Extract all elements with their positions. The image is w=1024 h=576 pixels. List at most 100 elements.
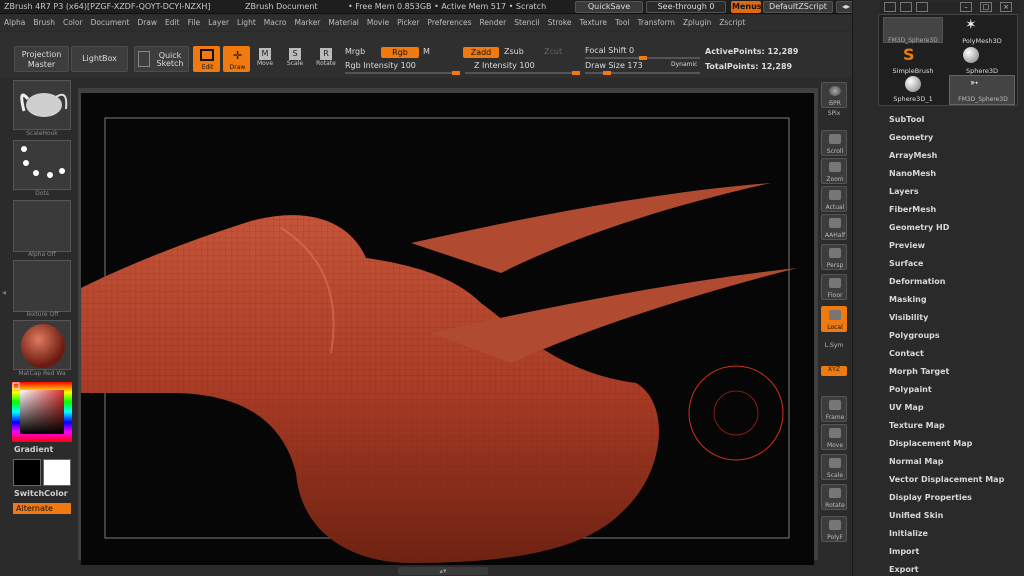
menu-picker[interactable]: Picker <box>397 18 419 27</box>
draw-button[interactable]: ✛ Draw <box>223 46 250 72</box>
projection-master-button[interactable]: Projection Master <box>14 46 69 72</box>
local-button[interactable]: Local <box>821 306 847 332</box>
left-collapse-arrow-icon[interactable]: ◂ <box>2 288 8 300</box>
menu-zscript[interactable]: Zscript <box>719 18 745 27</box>
tool-subpalette-surface[interactable]: Surface <box>889 259 923 268</box>
tool-subpalette-subtool[interactable]: SubTool <box>889 115 924 124</box>
aahalf-button[interactable]: AAHalf <box>821 214 847 240</box>
rgb-intensity-slider[interactable] <box>345 71 460 75</box>
switch-color-button[interactable]: SwitchColor <box>14 489 68 498</box>
menu-render[interactable]: Render <box>480 18 507 27</box>
menu-preferences[interactable]: Preferences <box>427 18 471 27</box>
default-zscript-button[interactable]: DefaultZScript <box>763 1 833 13</box>
frame-button[interactable]: Frame <box>821 396 847 422</box>
xyz-button[interactable]: XYZ <box>821 366 847 376</box>
secondary-color-swatch[interactable] <box>43 459 71 486</box>
see-through-slider[interactable]: See-through 0 <box>646 1 726 13</box>
edit-button[interactable]: Edit <box>193 46 220 72</box>
tool-thumb-active[interactable]: ➳ FM3D_Sphere3D <box>949 75 1015 105</box>
draw-size-slider[interactable] <box>585 71 700 75</box>
tool-subpalette-nanomesh[interactable]: NanoMesh <box>889 169 936 178</box>
scroll-button[interactable]: Scroll <box>821 130 847 156</box>
tool-subpalette-displacement-map[interactable]: Displacement Map <box>889 439 972 448</box>
z-intensity-knob[interactable] <box>572 71 580 75</box>
move-button[interactable]: M Move <box>254 48 276 72</box>
tool-subpalette-uv-map[interactable]: UV Map <box>889 403 924 412</box>
mrgb-toggle[interactable]: Mrgb <box>345 47 365 56</box>
actual-button[interactable]: Actual <box>821 186 847 212</box>
tool-subpalette-contact[interactable]: Contact <box>889 349 924 358</box>
menu-macro[interactable]: Macro <box>264 18 287 27</box>
stroke-thumbnail[interactable] <box>13 140 71 190</box>
material-thumbnail[interactable] <box>13 320 71 370</box>
tool-subpalette-visibility[interactable]: Visibility <box>889 313 928 322</box>
menu-alpha[interactable]: Alpha <box>4 18 25 27</box>
menu-stroke[interactable]: Stroke <box>548 18 572 27</box>
tool-subpalette-deformation[interactable]: Deformation <box>889 277 945 286</box>
tool-subpalette-display-properties[interactable]: Display Properties <box>889 493 972 502</box>
zadd-toggle[interactable]: Zadd <box>463 47 499 58</box>
tool-subpalette-polypaint[interactable]: Polypaint <box>889 385 932 394</box>
menu-layer[interactable]: Layer <box>208 18 229 27</box>
menu-tool[interactable]: Tool <box>615 18 630 27</box>
palette-icon[interactable] <box>916 2 928 12</box>
menu-zplugin[interactable]: Zplugin <box>683 18 711 27</box>
rgb-intensity-knob[interactable] <box>452 71 460 75</box>
move-button[interactable]: Move <box>821 424 847 450</box>
menu-texture[interactable]: Texture <box>580 18 607 27</box>
simplebrush-icon[interactable]: S <box>903 45 915 64</box>
lsym-button[interactable]: L.Sym <box>821 342 847 352</box>
spix-button[interactable]: SPix <box>821 110 847 120</box>
draw-size-knob[interactable] <box>603 71 611 75</box>
restore-icon[interactable]: □ <box>980 2 992 12</box>
tool-subpalette-geometry[interactable]: Geometry <box>889 133 933 142</box>
zsub-toggle[interactable]: Zsub <box>504 47 524 56</box>
gradient-label[interactable]: Gradient <box>14 445 53 454</box>
mesh-object[interactable] <box>81 183 797 563</box>
palette-icon[interactable] <box>900 2 912 12</box>
floor-button[interactable]: Floor <box>821 274 847 300</box>
zoom-button[interactable]: Zoom <box>821 158 847 184</box>
tool-subpalette-geometry-hd[interactable]: Geometry HD <box>889 223 949 232</box>
tool-subpalette-initialize[interactable]: Initialize <box>889 529 928 538</box>
zcut-toggle[interactable]: Zcut <box>544 47 562 56</box>
tool-subpalette-export[interactable]: Export <box>889 565 919 574</box>
lightbox-button[interactable]: LightBox <box>71 46 128 72</box>
polymesh3d-star-icon[interactable]: ✶ <box>965 17 977 33</box>
bpr-button[interactable]: BPR <box>821 82 847 108</box>
close-icon[interactable]: × <box>1000 2 1012 12</box>
scale-button[interactable]: S Scale <box>284 48 306 72</box>
menu-marker[interactable]: Marker <box>294 18 320 27</box>
document-canvas[interactable] <box>81 93 814 565</box>
tool-subpalette-normal-map[interactable]: Normal Map <box>889 457 943 466</box>
menu-light[interactable]: Light <box>237 18 256 27</box>
alternate-button[interactable]: Alternate <box>13 503 71 514</box>
menu-movie[interactable]: Movie <box>367 18 389 27</box>
menu-transform[interactable]: Transform <box>638 18 675 27</box>
menu-draw[interactable]: Draw <box>137 18 157 27</box>
tool-subpalette-arraymesh[interactable]: ArrayMesh <box>889 151 937 160</box>
alpha-thumbnail[interactable] <box>13 200 71 252</box>
tool-subpalette-layers[interactable]: Layers <box>889 187 919 196</box>
sphere3d-icon[interactable] <box>963 47 979 63</box>
tool-subpalette-masking[interactable]: Masking <box>889 295 927 304</box>
texture-thumbnail[interactable] <box>13 260 71 312</box>
brush-thumbnail[interactable] <box>13 80 71 130</box>
tool-subpalette-unified-skin[interactable]: Unified Skin <box>889 511 943 520</box>
tool-subpalette-polygroups[interactable]: Polygroups <box>889 331 940 340</box>
tool-subpalette-fibermesh[interactable]: FiberMesh <box>889 205 936 214</box>
bottom-shelf-handle-icon[interactable]: ▴▾ <box>398 567 488 575</box>
focal-shift-knob[interactable] <box>639 56 647 60</box>
tool-subpalette-morph-target[interactable]: Morph Target <box>889 367 949 376</box>
sphere3d-1-icon[interactable] <box>905 76 921 92</box>
rotate-button[interactable]: R Rotate <box>314 48 338 72</box>
tool-subpalette-texture-map[interactable]: Texture Map <box>889 421 945 430</box>
minimize-icon[interactable]: – <box>960 2 972 12</box>
menu-document[interactable]: Document <box>91 18 130 27</box>
dynamic-toggle[interactable]: Dynamic <box>671 61 697 68</box>
quick-sketch-button[interactable]: Quick Sketch <box>134 46 189 72</box>
quicksave-button[interactable]: QuickSave <box>575 1 643 13</box>
tool-subpalette-vector-displacement-map[interactable]: Vector Displacement Map <box>889 475 1004 484</box>
focal-shift-slider[interactable] <box>585 56 700 60</box>
tool-subpalette-import[interactable]: Import <box>889 547 919 556</box>
